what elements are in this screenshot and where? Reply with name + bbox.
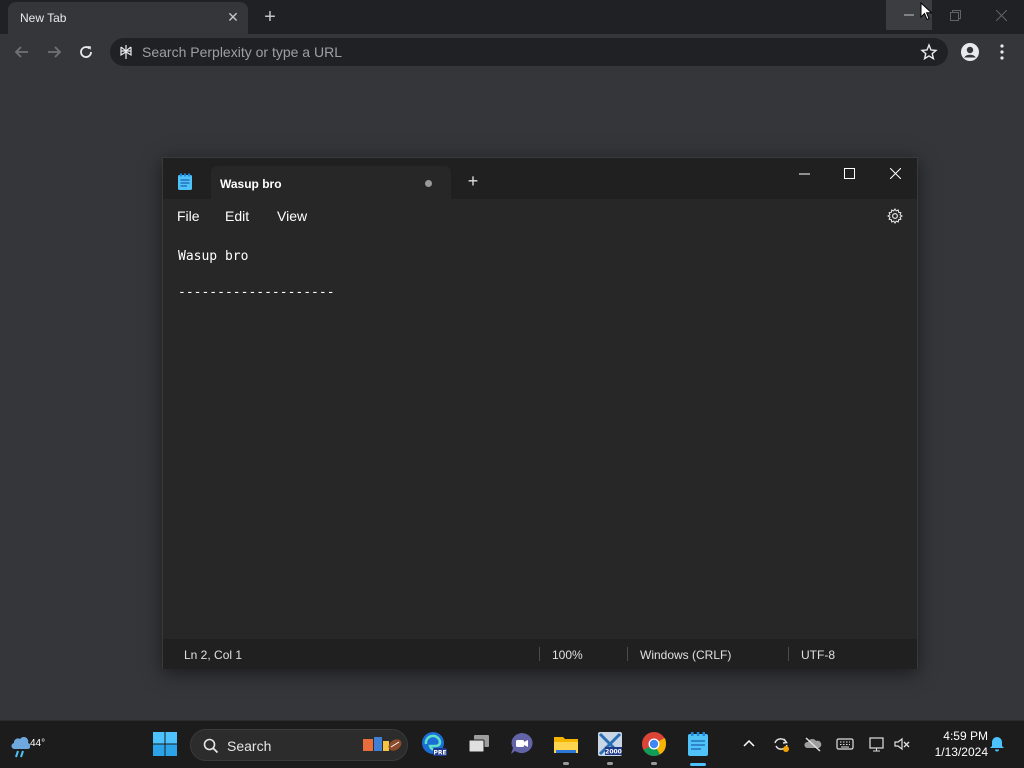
browser-tab-title: New Tab — [20, 11, 67, 25]
edge-beta-icon: PRE — [422, 732, 447, 757]
browser-tab-new-tab[interactable]: New Tab ✕ — [8, 2, 248, 34]
taskbar-file-explorer[interactable] — [553, 731, 579, 757]
browser-close-button[interactable] — [978, 0, 1024, 30]
bookmark-star-icon[interactable] — [920, 43, 938, 61]
notepad-minimize-button[interactable] — [781, 158, 827, 188]
chevron-up-icon[interactable] — [740, 735, 758, 753]
running-indicator — [651, 762, 657, 765]
onedrive-offline-icon[interactable] — [804, 735, 822, 753]
taskbar: 44° Search PRE 2000 4:59 PM 1/13/2024 — [0, 720, 1024, 768]
taskbar-task-view[interactable] — [466, 731, 492, 757]
maximize-icon — [843, 167, 855, 179]
folder-icon — [554, 737, 578, 753]
weather-rain-icon — [11, 736, 30, 758]
restore-icon — [949, 9, 961, 21]
weather-temperature: 44° — [30, 738, 46, 749]
more-vertical-icon — [1000, 44, 1004, 60]
unsaved-dot-icon[interactable] — [425, 180, 432, 187]
taskbar-app-2000[interactable]: 2000 — [597, 731, 623, 757]
keyboard-icon[interactable] — [836, 735, 854, 753]
taskbar-teams[interactable] — [509, 731, 535, 757]
sync-icon[interactable] — [772, 735, 790, 753]
cursor-position: Ln 2, Col 1 — [184, 648, 243, 662]
line-ending[interactable]: Windows (CRLF) — [640, 648, 731, 662]
svg-text:2000: 2000 — [605, 749, 622, 756]
back-button[interactable] — [10, 40, 34, 64]
running-indicator — [563, 762, 569, 765]
taskbar-notepad[interactable] — [685, 731, 711, 757]
system-clock[interactable]: 4:59 PM 1/13/2024 — [918, 728, 988, 760]
profile-avatar-icon — [961, 43, 979, 61]
search-highlight-icon — [363, 737, 402, 751]
menu-view[interactable]: View — [277, 208, 307, 224]
notepad-tab[interactable]: Wasup bro — [211, 166, 451, 199]
notepad-title-bar[interactable]: Wasup bro + — [163, 158, 917, 199]
notepad-close-button[interactable] — [872, 158, 918, 188]
address-bar[interactable]: Search Perplexity or type a URL — [110, 38, 948, 66]
text-line-3: -------------------- — [178, 285, 335, 300]
weather-widget[interactable]: 44° — [8, 729, 48, 761]
notepad-menu-bar: File Edit View — [163, 199, 917, 233]
perplexity-icon — [120, 45, 132, 59]
close-icon — [995, 9, 1007, 21]
notepad-maximize-button[interactable] — [826, 158, 872, 188]
notepad-window: Wasup bro + File Edit View Wasup bro ---… — [162, 157, 918, 669]
search-icon — [203, 738, 219, 754]
notepad-new-tab-button[interactable]: + — [463, 171, 483, 191]
taskbar-edge-beta[interactable]: PRE — [421, 731, 447, 757]
app-2000-icon: 2000 — [598, 732, 622, 756]
taskbar-chrome[interactable] — [641, 731, 667, 757]
address-bar-placeholder: Search Perplexity or type a URL — [142, 44, 342, 60]
zoom-level[interactable]: 100% — [552, 648, 583, 662]
teams-chat-icon — [511, 733, 533, 754]
new-tab-button[interactable]: + — [259, 6, 281, 28]
reload-button[interactable] — [74, 40, 98, 64]
clock-time: 4:59 PM — [943, 729, 988, 743]
menu-edit[interactable]: Edit — [225, 208, 249, 224]
close-tab-icon[interactable]: ✕ — [225, 9, 241, 25]
start-button[interactable] — [152, 731, 178, 757]
notepad-status-bar: Ln 2, Col 1 100% Windows (CRLF) UTF-8 — [163, 639, 917, 669]
notification-bell-icon[interactable] — [988, 735, 1006, 753]
minimize-icon — [904, 14, 914, 16]
minimize-icon — [798, 173, 810, 174]
close-icon — [889, 167, 901, 179]
clock-date: 1/13/2024 — [934, 745, 988, 759]
reload-icon — [80, 46, 92, 58]
browser-menu-button[interactable] — [990, 40, 1014, 64]
notepad-text-area[interactable]: Wasup bro -------------------- — [163, 233, 917, 639]
running-indicator — [607, 762, 613, 765]
chrome-icon — [642, 732, 666, 757]
task-view-icon — [468, 735, 489, 753]
taskbar-search[interactable]: Search — [190, 729, 408, 761]
settings-gear-icon[interactable] — [887, 208, 903, 224]
text-line-1: Wasup bro — [178, 249, 249, 264]
encoding[interactable]: UTF-8 — [801, 648, 835, 662]
browser-tab-strip: New Tab ✕ + — [0, 0, 1024, 34]
svg-text:PRE: PRE — [433, 750, 446, 757]
notepad-app-icon — [178, 173, 192, 190]
search-label: Search — [227, 738, 272, 754]
menu-file[interactable]: File — [177, 208, 200, 224]
active-app-indicator — [690, 763, 706, 766]
mouse-cursor-icon — [920, 2, 933, 21]
volume-muted-icon[interactable] — [893, 735, 911, 753]
browser-toolbar: Search Perplexity or type a URL — [0, 34, 1024, 70]
status-divider — [627, 647, 628, 661]
windows-logo-icon — [153, 732, 177, 756]
status-divider — [539, 647, 540, 661]
status-divider — [788, 647, 789, 661]
arrow-left-icon — [14, 46, 28, 58]
notepad-tab-title: Wasup bro — [220, 177, 282, 191]
arrow-right-icon — [48, 46, 62, 58]
browser-restore-button[interactable] — [932, 0, 978, 30]
notepad-icon — [688, 732, 708, 756]
profile-button[interactable] — [958, 40, 982, 64]
network-icon[interactable] — [868, 735, 886, 753]
forward-button[interactable] — [42, 40, 66, 64]
